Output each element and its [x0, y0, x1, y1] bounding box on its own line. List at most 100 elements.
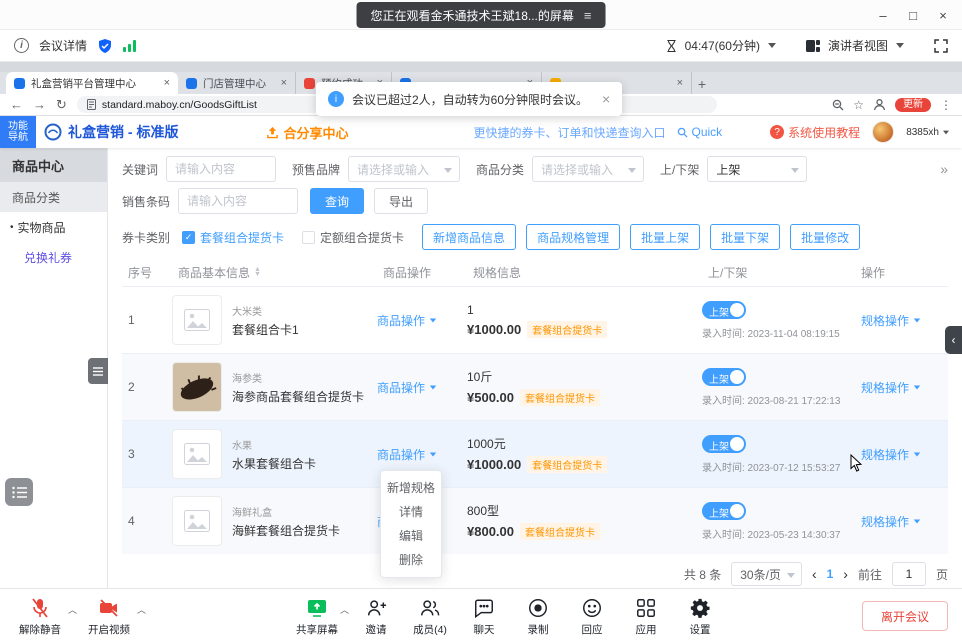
reload-icon[interactable]: ↻ — [56, 98, 67, 111]
current-page[interactable]: 1 — [827, 567, 834, 581]
zoom-icon[interactable] — [832, 99, 844, 111]
right-panel-handle[interactable]: ‹ — [945, 326, 962, 354]
menu-item-edit[interactable]: 编辑 — [381, 524, 441, 548]
camera-options-caret-icon[interactable]: ︿ — [137, 603, 146, 616]
browser-update-button[interactable]: 更新 — [895, 98, 931, 112]
function-nav-tab[interactable]: 功能 导航 — [0, 116, 36, 148]
members-button[interactable]: 成员(4) — [403, 595, 457, 637]
maximize-button[interactable]: □ — [898, 0, 928, 30]
checkbox-fixed-card[interactable]: 定额组合提货卡 — [302, 229, 404, 246]
spec-name: 1000元 — [467, 435, 702, 452]
meeting-details-link[interactable]: 会议详情 — [39, 37, 87, 54]
price: ¥1000.00 — [467, 457, 521, 472]
menu-item-delete[interactable]: 删除 — [381, 548, 441, 572]
tab-close-icon[interactable]: × — [281, 77, 287, 89]
quick-search-link[interactable]: Quick — [677, 125, 722, 139]
unmute-button[interactable]: 解除静音 — [14, 595, 66, 637]
goods-op-dropdown[interactable]: 商品操作 — [377, 379, 467, 396]
browser-tab[interactable]: 门店管理中心 × — [178, 72, 296, 94]
settings-button[interactable]: 设置 — [673, 595, 727, 637]
close-icon[interactable]: × — [602, 91, 610, 107]
banner-menu-icon[interactable]: ≡ — [584, 8, 592, 23]
apps-button[interactable]: 应用 — [619, 595, 673, 637]
shelf-select[interactable]: 上架 — [707, 156, 807, 182]
share-options-caret-icon[interactable]: ︿ — [340, 603, 349, 616]
col-label: 商品基本信息 — [178, 264, 250, 281]
row-index: 3 — [122, 447, 172, 461]
share-icon — [266, 126, 279, 139]
view-mode-label[interactable]: 演讲者视图 — [828, 37, 888, 54]
goods-op-dropdown[interactable]: 商品操作 — [377, 312, 467, 329]
bookmark-star-icon[interactable]: ☆ — [853, 98, 864, 112]
browser-menu-icon[interactable]: ⋮ — [940, 98, 952, 112]
record-button[interactable]: 录制 — [511, 595, 565, 637]
sidebar-item-physical-goods[interactable]: • 实物商品 — [0, 212, 107, 242]
menu-item-add-spec[interactable]: 新增规格 — [381, 476, 441, 500]
mic-options-caret-icon[interactable]: ︿ — [68, 603, 77, 616]
sidebar-item-gift-voucher[interactable]: 兑换礼券 — [0, 242, 107, 272]
chat-button[interactable]: 聊天 — [457, 595, 511, 637]
spec-op-dropdown[interactable]: 规格操作 — [847, 446, 948, 463]
page-info-icon[interactable] — [87, 99, 96, 110]
spec-manage-button[interactable]: 商品规格管理 — [526, 224, 620, 250]
col-goods-info[interactable]: 商品基本信息 ▲▼ — [172, 264, 377, 281]
goods-op-dropdown[interactable]: 商品操作 — [377, 446, 467, 463]
browser-tab-active[interactable]: 礼盒营销平台管理中心 × — [6, 72, 178, 94]
status-toggle[interactable]: 上架 — [702, 301, 746, 319]
page-size-select[interactable]: 30条/页 — [731, 562, 802, 586]
search-button[interactable]: 查询 — [310, 188, 364, 214]
chevron-down-icon — [914, 385, 920, 389]
close-button[interactable]: × — [928, 0, 958, 30]
status-toggle[interactable]: 上架 — [702, 435, 746, 453]
timer-dropdown-icon[interactable] — [768, 43, 776, 48]
keyword-input[interactable] — [166, 156, 276, 182]
goto-page-input[interactable] — [892, 562, 926, 586]
fullscreen-icon[interactable] — [934, 39, 948, 53]
username[interactable]: 8385xh — [906, 127, 950, 138]
export-button[interactable]: 导出 — [374, 188, 428, 214]
total-count: 共 8 条 — [684, 566, 721, 583]
status-toggle[interactable]: 上架 — [702, 368, 746, 386]
next-page-icon[interactable]: › — [843, 566, 848, 582]
tab-close-icon[interactable]: × — [164, 77, 170, 89]
share-center-link[interactable]: 合分享中心 — [266, 123, 348, 142]
spec-op-dropdown[interactable]: 规格操作 — [847, 513, 948, 530]
profile-icon[interactable] — [873, 98, 886, 111]
quick-label: Quick — [691, 125, 722, 139]
invite-button[interactable]: 邀请 — [349, 595, 403, 637]
new-tab-button[interactable]: + — [692, 74, 712, 94]
add-goods-button[interactable]: 新增商品信息 — [422, 224, 516, 250]
batch-off-shelf-button[interactable]: 批量下架 — [710, 224, 780, 250]
tutorial-link[interactable]: ? 系统使用教程 — [770, 124, 860, 141]
view-dropdown-icon[interactable] — [896, 43, 904, 48]
share-screen-button[interactable]: 共享屏幕 — [290, 595, 344, 637]
minimize-button[interactable]: – — [868, 0, 898, 30]
sidebar-item-goods-category[interactable]: 商品分类 — [0, 182, 107, 212]
sidebar-collapse-handle[interactable] — [88, 358, 108, 384]
leave-meeting-button[interactable]: 离开会议 — [862, 601, 948, 631]
menu-item-detail[interactable]: 详情 — [381, 500, 441, 524]
barcode-input[interactable] — [178, 188, 298, 214]
reaction-button[interactable]: 回应 — [565, 595, 619, 637]
status-toggle[interactable]: 上架 — [702, 502, 746, 520]
forward-icon[interactable]: → — [33, 98, 46, 111]
user-avatar[interactable] — [872, 121, 894, 143]
sort-icons[interactable]: ▲▼ — [254, 267, 261, 277]
spec-op-dropdown[interactable]: 规格操作 — [847, 312, 948, 329]
floating-list-button[interactable] — [5, 478, 33, 506]
start-video-button[interactable]: 开启视频 — [83, 595, 135, 637]
chevron-down-icon — [430, 385, 436, 389]
prev-page-icon[interactable]: ‹ — [812, 566, 817, 582]
col-op: 操作 — [847, 264, 948, 281]
batch-edit-button[interactable]: 批量修改 — [790, 224, 860, 250]
info-icon: i — [14, 38, 29, 53]
chevron-down-icon — [430, 318, 436, 322]
collapse-panel-icon[interactable]: » — [940, 161, 948, 177]
brand-select[interactable]: 请选择或输入 — [348, 156, 460, 182]
category-select[interactable]: 请选择或输入 — [532, 156, 644, 182]
checkbox-combo-card[interactable]: ✓ 套餐组合提货卡 — [182, 229, 284, 246]
spec-op-dropdown[interactable]: 规格操作 — [847, 379, 948, 396]
batch-on-shelf-button[interactable]: 批量上架 — [630, 224, 700, 250]
back-icon[interactable]: ← — [10, 98, 23, 111]
tab-close-icon[interactable]: × — [677, 77, 683, 89]
